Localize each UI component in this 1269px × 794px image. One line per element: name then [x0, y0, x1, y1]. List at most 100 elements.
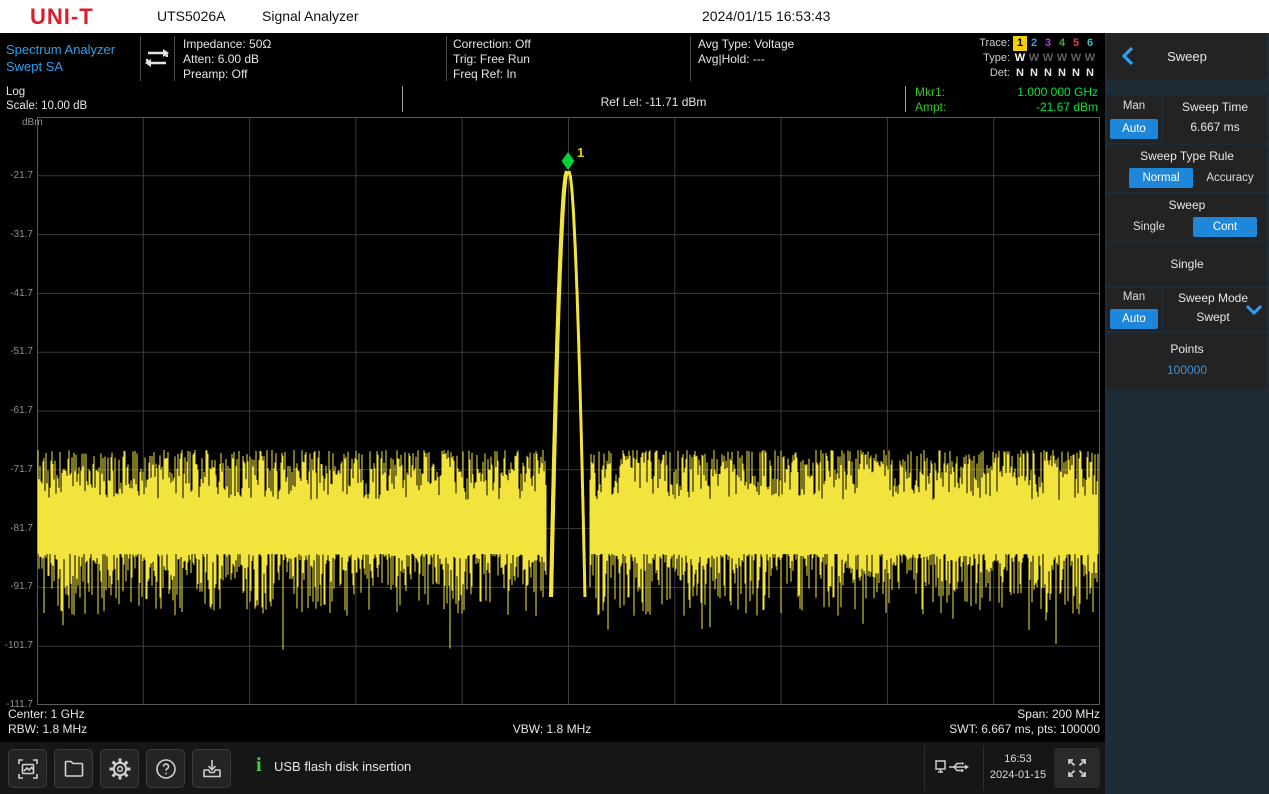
y-tick: -21.7 [0, 170, 33, 181]
plot-grid [37, 117, 1100, 705]
trace-2-type: W [1027, 51, 1041, 66]
y-tick: -71.7 [0, 464, 33, 475]
trace-label: Trace: [979, 36, 1010, 51]
datetime-display: 2024/01/15 16:53:43 [702, 8, 830, 24]
screenshot-button[interactable] [8, 749, 47, 788]
y-tick: -61.7 [0, 405, 33, 416]
preamp-readout: Preamp: Off [183, 67, 271, 82]
chevron-down-icon[interactable] [1245, 304, 1263, 316]
fullscreen-toggle[interactable] [1054, 748, 1100, 788]
title-bar: UNI-T UTS5026A Signal Analyzer 2024/01/1… [0, 0, 1269, 33]
trace-id-row: Trace: 1 2 3 4 5 6 [979, 36, 1097, 51]
sweep-mode-label: Sweep Mode [1163, 291, 1263, 305]
trace-4-badge[interactable]: 4 [1055, 36, 1069, 51]
mode-line1: Spectrum Analyzer [6, 41, 115, 58]
continuous-sweep-icon[interactable] [142, 45, 172, 71]
vbw-readout[interactable]: VBW: 1.8 MHz [402, 722, 702, 736]
settings-gear-icon [107, 756, 133, 782]
menu-title: Sweep [1107, 49, 1267, 64]
normal-option-selected[interactable]: Normal [1129, 168, 1193, 188]
info-icon: i [256, 754, 262, 777]
trace-5-type: W [1069, 51, 1083, 66]
y-tick: -101.7 [0, 640, 33, 651]
save-icon [200, 757, 224, 781]
trace-status-block[interactable]: Trace: 1 2 3 4 5 6 Type: W W W W W W Det… [979, 36, 1097, 81]
status-message: USB flash disk insertion [274, 759, 411, 774]
trace-3-type: W [1041, 51, 1055, 66]
impedance-readout: Impedance: 50Ω [183, 37, 271, 52]
app-name: Signal Analyzer [262, 8, 359, 24]
marker-1-diamond[interactable] [562, 152, 575, 170]
trace-5-badge[interactable]: 5 [1069, 36, 1083, 51]
auto-option-selected[interactable]: Auto [1110, 119, 1158, 139]
avg-type-readout: Avg Type: Voltage [698, 37, 794, 52]
ampt-value: -21.67 dBm [1036, 100, 1098, 115]
single-sweep-label: Single [1107, 257, 1267, 271]
model-number: UTS5026A [157, 8, 225, 24]
trace-1-type: W [1013, 51, 1027, 66]
clock-display[interactable]: 16:53 2024-01-15 [984, 751, 1052, 783]
date-text: 2024-01-15 [984, 767, 1052, 783]
accuracy-option[interactable]: Accuracy [1195, 172, 1265, 184]
sweep-time-panel[interactable]: Man Auto Sweep Time 6.667 ms [1107, 95, 1267, 143]
trace-3-det: N [1041, 66, 1055, 81]
expand-arrows-icon [1064, 755, 1090, 781]
scale-block[interactable]: Log Scale: 10.00 dB [6, 85, 87, 113]
trace-6-type: W [1083, 51, 1097, 66]
trace-6-badge[interactable]: 6 [1083, 36, 1097, 51]
man-option[interactable]: Man [1107, 291, 1161, 303]
usb-device-icon[interactable] [934, 757, 970, 784]
auto-option-selected[interactable]: Auto [1110, 309, 1158, 329]
sweep-type-rule-panel[interactable]: Sweep Type Rule Normal Accuracy [1107, 145, 1267, 192]
mkr1-label: Mkr1: [915, 85, 945, 100]
status-bar: i USB flash disk insertion 16:53 2024-01… [0, 742, 1105, 794]
spectrum-analyzer-screen: UNI-T UTS5026A Signal Analyzer 2024/01/1… [0, 0, 1269, 794]
y-tick: -81.7 [0, 523, 33, 534]
sweep-mode-panel[interactable]: Man Auto Sweep Mode Swept [1107, 288, 1267, 331]
marker-1-number: 1 [577, 145, 584, 160]
averaging-column: Avg Type: Voltage Avg|Hold: --- [698, 37, 794, 67]
folder-icon [62, 757, 86, 781]
screenshot-icon [16, 757, 40, 781]
y-tick: -31.7 [0, 229, 33, 240]
trace-1-badge[interactable]: 1 [1013, 36, 1027, 51]
mode-indicator[interactable]: Spectrum Analyzer Swept SA [6, 41, 115, 75]
input-settings-column: Impedance: 50Ω Atten: 6.00 dB Preamp: Of… [183, 37, 271, 82]
rbw-readout[interactable]: RBW: 1.8 MHz [8, 722, 87, 736]
sweep-panel-title: Sweep [1107, 198, 1267, 212]
settings-button[interactable] [100, 749, 139, 788]
points-panel[interactable]: Points 100000 [1107, 333, 1267, 389]
mode-line2: Swept SA [6, 58, 115, 75]
save-button[interactable] [192, 749, 231, 788]
sweep-menu-header[interactable]: Sweep [1107, 33, 1267, 79]
det-label: Det: [990, 66, 1010, 81]
atten-readout: Atten: 6.00 dB [183, 52, 271, 67]
help-button[interactable] [146, 749, 185, 788]
y-tick: -91.7 [0, 581, 33, 592]
trace-det-row: Det: N N N N N N [979, 66, 1097, 81]
single-sweep-button[interactable]: Single [1107, 243, 1267, 286]
single-option[interactable]: Single [1117, 221, 1181, 233]
mkr1-frequency: 1.000 000 GHz [1017, 85, 1098, 100]
trace-2-badge[interactable]: 2 [1027, 36, 1041, 51]
spectrum-plot[interactable]: 1 [37, 117, 1100, 705]
sweep-time-value: 6.667 ms [1163, 120, 1267, 134]
trigger-readout: Trig: Free Run [453, 52, 531, 67]
freq-ref-readout: Freq Ref: In [453, 67, 531, 82]
trace-5-det: N [1069, 66, 1083, 81]
ref-level-readout[interactable]: Ref Lel: -11.71 dBm [402, 95, 905, 109]
log-label: Log [6, 85, 87, 99]
sweep-time-readout[interactable]: SWT: 6.667 ms, pts: 100000 [800, 722, 1100, 736]
sweep-type-rule-title: Sweep Type Rule [1107, 149, 1267, 163]
sweep-menu-sidebar: Sweep Man Auto Sweep Time 6.667 ms Sweep… [1105, 33, 1269, 794]
span-readout[interactable]: Span: 200 MHz [800, 707, 1100, 721]
file-manager-button[interactable] [54, 749, 93, 788]
points-value: 100000 [1107, 363, 1267, 377]
sweep-continuous-panel[interactable]: Sweep Single Cont [1107, 194, 1267, 241]
trace-3-badge[interactable]: 3 [1041, 36, 1055, 51]
trace-1-det: N [1013, 66, 1027, 81]
cont-option-selected[interactable]: Cont [1193, 217, 1257, 237]
man-option[interactable]: Man [1107, 100, 1161, 112]
ampt-label: Ampt: [915, 100, 946, 115]
center-frequency-readout[interactable]: Center: 1 GHz [8, 707, 85, 721]
